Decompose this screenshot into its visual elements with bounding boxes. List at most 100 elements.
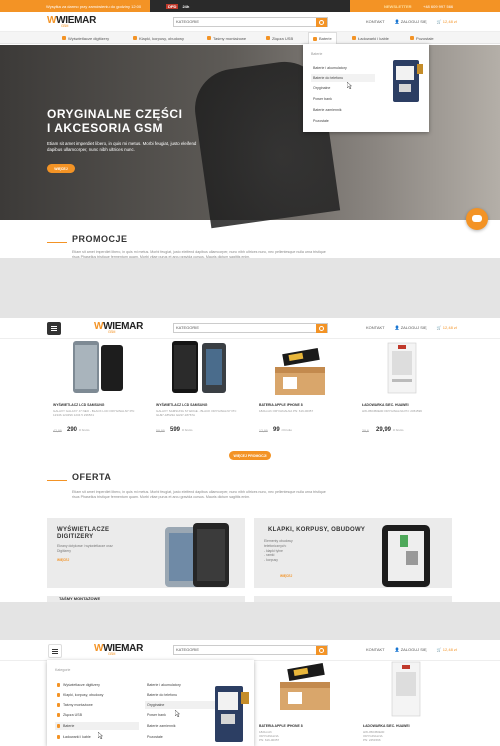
side-submenu-item[interactable]: Baterie zamiennik [145, 722, 215, 730]
product-price: 599 zł brutto [170, 427, 192, 433]
login-label: ZALOGUJ SIĘ [400, 647, 427, 652]
tape-icon [207, 36, 211, 40]
offer-card-image [382, 525, 430, 587]
category-select[interactable]: KATEGORIE [176, 325, 199, 330]
nav-item-chargers[interactable]: Ładowarki i kable [352, 32, 389, 44]
chat-bubble-icon[interactable] [466, 208, 488, 230]
offer-card-tapes[interactable]: TAŚMY MONTAŻOWE [47, 596, 245, 602]
login-link[interactable]: 👤 ZALOGUJ SIĘ [395, 647, 427, 652]
product-name[interactable]: BATERIA APPLE IPHONE 8 [259, 724, 303, 728]
product-card[interactable]: WYŚWIETLACZ LCD SAMSUNG GALAXY GALAXY J7… [47, 339, 147, 439]
side-submenu-item-active[interactable]: Oryginalne [145, 701, 215, 709]
dropdown-item-active[interactable]: Baterie do telefonu [311, 74, 375, 82]
promo-text: Etiam sit amet imperdiet libero, in quis… [72, 250, 326, 258]
cart-total: 12,48 zł [442, 325, 457, 330]
price-unit: zł brutto [181, 428, 193, 432]
usb-icon [57, 713, 60, 717]
search-button[interactable] [316, 18, 327, 27]
logo[interactable]: WWIEMAR GSM [94, 643, 143, 656]
desc-line: - korpusy [264, 558, 278, 563]
header-links: KONTAKT 👤 ZALOGUJ SIĘ 🛒 12,48 zł [366, 19, 457, 24]
hamburger-menu-button[interactable] [47, 322, 61, 335]
product-name[interactable]: ŁADOWARKA SIEC. HUAWEI [363, 724, 410, 728]
product-old-price: 59,99 [156, 429, 165, 433]
nav-label: Taśmy montażowe [213, 35, 247, 41]
contact-link[interactable]: KONTAKT [366, 19, 385, 24]
section-rule [47, 242, 67, 243]
side-submenu-item[interactable]: Baterie do telefonu [145, 691, 215, 699]
offer-card-housings[interactable]: KLAPKI, KORPUSY, OBUDOWY Elementy obudow… [254, 518, 452, 588]
nav-label: Wyświetlacze digitizery [68, 35, 110, 41]
product-card[interactable]: ŁADOWARKA SIEC. HUAWEI HW-050450E00 ORYG… [356, 339, 456, 439]
dropdown-item[interactable]: Oryginalne [311, 84, 371, 92]
cart-link[interactable]: 🛒 12,48 zł [437, 19, 457, 24]
phone-number[interactable]: +48 609 997 566 [423, 4, 453, 9]
search-button[interactable] [316, 324, 327, 333]
section-rule [47, 480, 67, 481]
newsletter-link[interactable]: NEWSLETTER [384, 4, 412, 9]
top-bar: Wysyłka za darmo przy zamówieniu do godz… [0, 0, 500, 12]
category-select[interactable]: KATEGORIE [176, 19, 199, 24]
desc-line: PN: 2451596 [363, 738, 381, 742]
nav-item-batteries[interactable]: Baterie [308, 32, 337, 44]
header-links: KONTAKT 👤 ZALOGUJ SIĘ 🛒 12,48 zł [366, 647, 457, 652]
product-name: ŁADOWARKA SIEC. HUAWEI [362, 403, 409, 407]
more-promotions-button[interactable]: WIĘCEJ PROMOCJI [229, 451, 271, 460]
hamburger-menu-button[interactable] [48, 644, 62, 658]
side-menu-item[interactable]: Wyświetlacze digitizery [55, 681, 139, 689]
desc-line: PN: 616-00357 [259, 738, 280, 742]
search-bar: KATEGORIE [173, 323, 328, 333]
cart-total: 12,48 zł [442, 647, 457, 652]
side-submenu-item[interactable]: Power bank [145, 711, 215, 719]
nav-label: Klapki, korpusy, obudowy [139, 35, 185, 41]
side-menu-item[interactable]: Złącza USB [55, 711, 139, 719]
header: WWIEMAR GSM KATEGORIE KONTAKT 👤 ZALOGUJ S… [0, 12, 500, 32]
side-menu-item-active[interactable]: Baterie [55, 722, 139, 730]
hero-more-button[interactable]: WIĘCEJ [47, 164, 75, 173]
side-submenu-item[interactable]: Pozostałe [145, 733, 215, 741]
product-grid: WYŚWIETLACZ LCD SAMSUNG GALAXY GALAXY J7… [47, 339, 452, 439]
logo[interactable]: WWIEMAR GSM [47, 15, 96, 28]
side-menu-item[interactable]: Taśmy montażowe [55, 701, 139, 709]
nav-item-tapes[interactable]: Taśmy montażowe [207, 32, 246, 44]
offer-card-displays[interactable]: WYŚWIETLACZE DIGITIZERY Ekrany dotykowe i… [47, 518, 245, 588]
login-link[interactable]: 👤 ZALOGUJ SIĘ [395, 325, 427, 330]
nav-item-usb[interactable]: Złącza USB [266, 32, 293, 44]
side-menu-item[interactable]: Ładowarki i kable [55, 733, 139, 741]
search-button[interactable] [316, 646, 327, 655]
offer-card-title-line1: WYŚWIETLACZE [57, 527, 110, 533]
price-value: 290 [67, 427, 78, 433]
product-desc: HW-050450E00 ORYGINALNA PN: 2451596 [363, 730, 384, 742]
offer-card-title: TAŚMY MONTAŻOWE [59, 596, 101, 601]
side-menu-label: Złącza USB [63, 713, 82, 717]
category-select[interactable]: KATEGORIE [176, 647, 199, 652]
side-submenu-item[interactable]: Baterie i akumulatory [145, 681, 215, 689]
offer-card-next[interactable] [254, 596, 452, 602]
logo[interactable]: WWIEMAR GSM [94, 321, 143, 334]
login-link[interactable]: 👤 ZALOGUJ SIĘ [395, 19, 427, 24]
contact-link[interactable]: KONTAKT [366, 325, 385, 330]
cart-link[interactable]: 🛒 12,48 zł [437, 325, 457, 330]
nav-item-housings[interactable]: Klapki, korpusy, obudowy [133, 32, 184, 44]
side-menu-item[interactable]: Klapki, korpusy, obudowy [55, 691, 139, 699]
product-card[interactable]: BATERIA APPLE IPHONE 8 1821mAh ORYGINALN… [253, 339, 353, 439]
batteries-dropdown: Baterie Baterie i akumulatory Baterie do… [303, 44, 429, 132]
offer-card-more[interactable]: WIĘCEJ [57, 558, 69, 562]
offer-card-more[interactable]: WIĘCEJ [280, 574, 292, 578]
cart-link[interactable]: 🛒 12,48 zł [437, 647, 457, 652]
dropdown-item[interactable]: Baterie zamiennik [311, 106, 371, 114]
shipping-info: Wysyłka za darmo przy zamówieniu do godz… [46, 3, 142, 9]
product-desc: HW-050450E00 ORYGINALNA PN: 2451596 [362, 409, 422, 413]
usb-icon [266, 36, 270, 40]
nav-item-displays[interactable]: Wyświetlacze digitizery [62, 32, 109, 44]
homepage-menu-panel: WWIEMAR GSM KATEGORIE KONTAKT 👤 ZALOGUJ S… [0, 640, 500, 746]
dropdown-heading: Baterie [311, 52, 323, 56]
contact-link[interactable]: KONTAKT [366, 647, 385, 652]
dropdown-item[interactable]: Pozostałe [311, 117, 371, 125]
nav-item-other[interactable]: Pozostałe [410, 32, 434, 44]
dropdown-item[interactable]: Power bank [311, 95, 371, 103]
offer-title: OFERTA [72, 472, 112, 482]
dropdown-item[interactable]: Baterie i akumulatory [311, 64, 371, 72]
product-card[interactable]: WYŚWIETLACZ LCD SAMSUNG GALAXY SAMSUNG S… [150, 339, 250, 439]
side-menu-label: Baterie [63, 724, 75, 728]
